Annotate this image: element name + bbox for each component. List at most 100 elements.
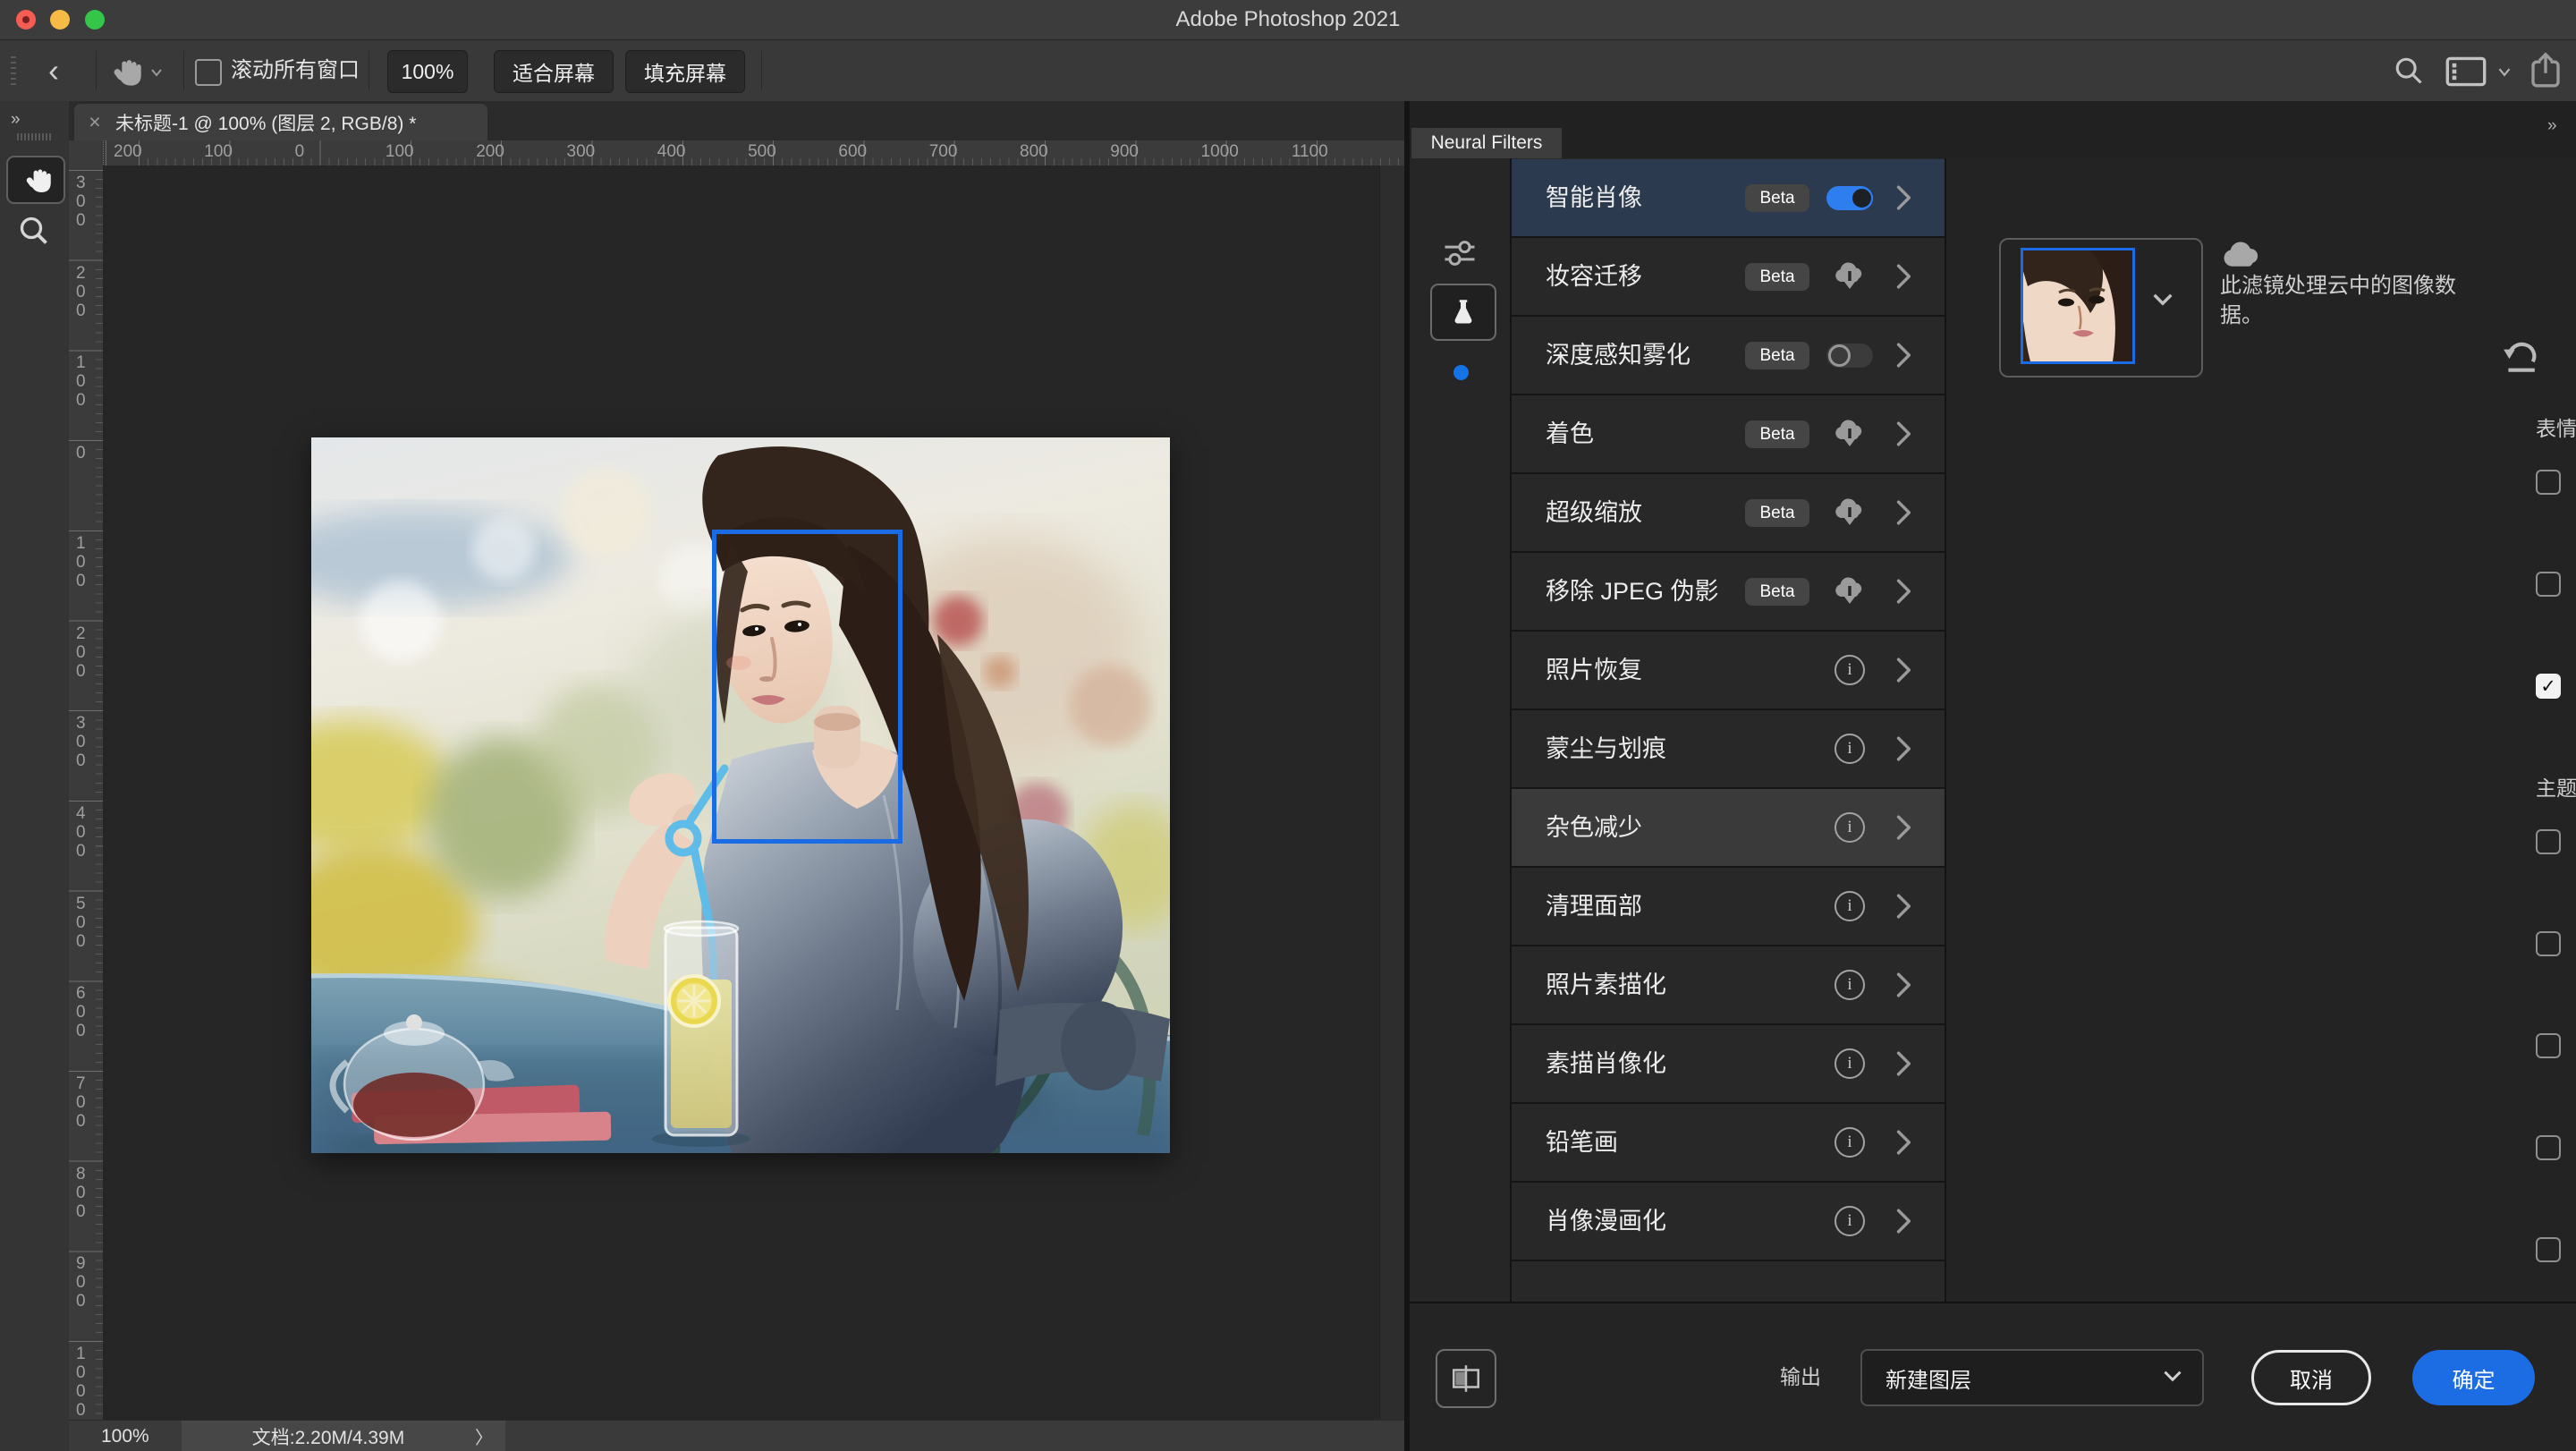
info-icon[interactable]: i xyxy=(1835,970,1865,1000)
info-icon[interactable]: i xyxy=(1826,1183,1873,1260)
panel-footer: 输出 新建图层 取消 确定 xyxy=(1410,1302,2576,1451)
document-tab[interactable]: × 未标题-1 @ 100% (图层 2, RGB/8) * xyxy=(74,104,487,140)
back-arrow-button[interactable]: ‹ xyxy=(38,53,70,89)
filter-row[interactable]: 妆容迁移Beta xyxy=(1512,238,1945,317)
slider-checkbox[interactable]: ✓ xyxy=(2536,674,2561,699)
workspace-icon[interactable] xyxy=(2445,55,2487,88)
filter-row[interactable]: 肖像漫画化 i xyxy=(1512,1183,1945,1261)
canvas-scrollbar-track[interactable] xyxy=(1379,165,1405,1420)
zoom-100-button[interactable]: 100% xyxy=(387,50,468,93)
filter-row[interactable]: 素描肖像化i xyxy=(1512,1025,1945,1104)
filter-toggle[interactable] xyxy=(1826,317,1873,394)
filter-row[interactable]: 蒙尘与划痕i xyxy=(1512,710,1945,789)
face-detection-box[interactable] xyxy=(712,530,902,844)
reset-icon[interactable] xyxy=(2501,339,2538,379)
output-select[interactable]: 新建图层 xyxy=(1860,1349,2204,1406)
toggle-switch[interactable] xyxy=(1826,344,1873,368)
filter-name: 移除 JPEG 伪影 xyxy=(1546,553,1719,630)
info-icon[interactable]: i xyxy=(1826,946,1873,1023)
slider-checkbox[interactable] xyxy=(2536,1135,2561,1160)
chevron-down-icon[interactable] xyxy=(2497,65,2512,81)
slider-group: 幸福0 xyxy=(2536,469,2576,544)
filter-toggle[interactable] xyxy=(1826,159,1873,236)
toggle-switch[interactable] xyxy=(1826,186,1873,210)
filter-name: 杂色减少 xyxy=(1546,789,1642,866)
info-icon[interactable]: i xyxy=(1835,1206,1865,1236)
preview-split-button[interactable] xyxy=(1436,1349,1496,1408)
filter-name: 照片素描化 xyxy=(1546,946,1666,1023)
info-icon[interactable]: i xyxy=(1835,734,1865,764)
ruler-label: 3 0 0 xyxy=(76,714,97,770)
ruler-label: 100 xyxy=(204,142,233,162)
filter-row[interactable]: 智能肖像Beta xyxy=(1512,159,1945,238)
collapse-panel-icon[interactable]: » xyxy=(2547,116,2558,136)
info-icon[interactable]: i xyxy=(1835,812,1865,843)
slider-checkbox[interactable] xyxy=(2536,931,2561,956)
filter-row[interactable]: 照片素描化 i xyxy=(1512,946,1945,1025)
info-icon[interactable]: i xyxy=(1826,789,1873,866)
slider-checkbox[interactable] xyxy=(2536,470,2561,495)
notification-dot xyxy=(1453,365,1469,380)
status-zoom-level[interactable]: 100% xyxy=(101,1421,149,1451)
slider-header-row: 光线方向0 xyxy=(2536,1236,2576,1263)
info-icon[interactable]: i xyxy=(1826,1104,1873,1181)
slider-group: 光线方向0 xyxy=(2536,1236,2576,1311)
info-icon[interactable]: i xyxy=(1826,710,1873,787)
document-size-chip[interactable]: 文档:2.20M/4.39M 〉 xyxy=(182,1421,505,1451)
filter-row[interactable]: 移除 JPEG 伪影Beta xyxy=(1512,553,1945,632)
filter-name: 智能肖像 xyxy=(1546,159,1642,236)
chevron-down-icon[interactable] xyxy=(2152,293,2174,310)
scroll-all-windows-checkbox[interactable] xyxy=(195,59,222,86)
slider-header-row: 面部朝向0 xyxy=(2536,1134,2576,1161)
download-cloud-icon[interactable] xyxy=(1826,474,1873,551)
chevron-right-icon[interactable]: 〉 xyxy=(475,1423,493,1449)
slider-checkbox[interactable] xyxy=(2536,829,2561,854)
cloud-icon xyxy=(2222,241,2261,274)
filter-row[interactable]: 杂色减少 i xyxy=(1512,789,1945,868)
filter-name: 着色 xyxy=(1546,395,1594,472)
cancel-button[interactable]: 取消 xyxy=(2251,1350,2371,1405)
info-icon[interactable]: i xyxy=(1835,891,1865,921)
filter-row[interactable]: 着色Beta xyxy=(1512,395,1945,474)
share-icon[interactable] xyxy=(2528,52,2563,89)
face-thumbnail[interactable] xyxy=(2021,248,2135,364)
download-cloud-icon[interactable] xyxy=(1826,553,1873,630)
info-icon[interactable]: i xyxy=(1826,1025,1873,1102)
hand-icon[interactable] xyxy=(107,55,141,88)
filter-row[interactable]: 清理面部i xyxy=(1512,868,1945,946)
info-icon[interactable]: i xyxy=(1826,868,1873,945)
download-cloud-icon[interactable] xyxy=(1826,238,1873,315)
slider-group: ✓愤怒30 xyxy=(2536,673,2576,748)
all-filters-icon[interactable] xyxy=(1440,233,1479,277)
info-icon[interactable]: i xyxy=(1835,655,1865,685)
filter-row[interactable]: 铅笔画 i xyxy=(1512,1104,1945,1183)
filter-row[interactable]: 深度感知雾化Beta xyxy=(1512,317,1945,395)
slider-checkbox[interactable] xyxy=(2536,1237,2561,1262)
info-icon[interactable]: i xyxy=(1826,632,1873,709)
ok-button[interactable]: 确定 xyxy=(2412,1350,2535,1405)
filter-row[interactable]: 超级缩放Beta xyxy=(1512,474,1945,553)
info-icon[interactable]: i xyxy=(1835,1127,1865,1158)
tab-neural-filters[interactable]: Neural Filters xyxy=(1411,128,1562,158)
chevron-down-icon[interactable] xyxy=(150,65,163,78)
slider-checkbox[interactable] xyxy=(2536,1033,2561,1058)
ruler-label: 0 xyxy=(76,444,97,462)
slider-checkbox[interactable] xyxy=(2536,572,2561,597)
fill-screen-button[interactable]: 填充屏幕 xyxy=(625,50,745,93)
download-cloud-icon[interactable] xyxy=(1826,395,1873,472)
close-tab-icon[interactable]: × xyxy=(74,110,115,134)
title-bar: Adobe Photoshop 2021 xyxy=(0,0,2576,40)
filter-name: 铅笔画 xyxy=(1546,1104,1618,1181)
search-icon[interactable] xyxy=(2394,55,2424,86)
ruler-label: 800 xyxy=(1020,142,1048,162)
fit-screen-button[interactable]: 适合屏幕 xyxy=(494,50,614,93)
zoom-tool-button[interactable] xyxy=(13,210,55,251)
filter-row[interactable]: 照片恢复i xyxy=(1512,632,1945,710)
filter-name: 肖像漫画化 xyxy=(1546,1183,1666,1260)
document-tab-title: 未标题-1 @ 100% (图层 2, RGB/8) * xyxy=(115,109,416,136)
divider xyxy=(761,51,762,90)
expand-panel-icon[interactable]: » xyxy=(11,110,21,130)
hand-tool-button[interactable] xyxy=(6,156,65,204)
beta-filters-button[interactable] xyxy=(1430,284,1496,341)
info-icon[interactable]: i xyxy=(1835,1048,1865,1079)
